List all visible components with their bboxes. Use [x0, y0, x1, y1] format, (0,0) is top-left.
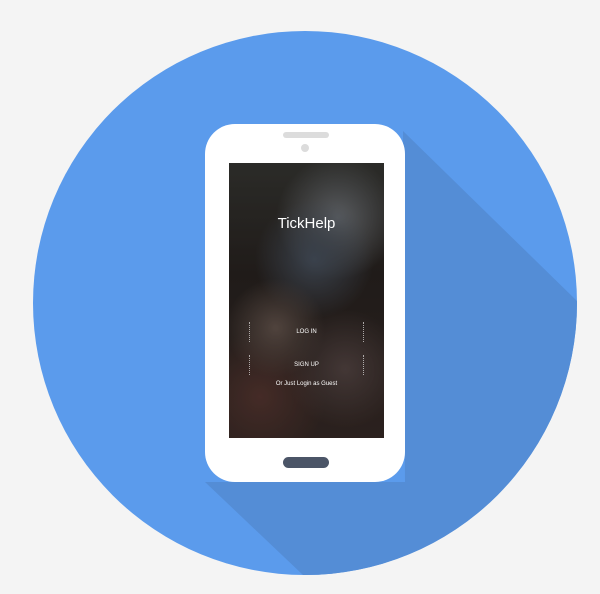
phone-illustration: TickHelp LOG IN SIGN UP Or Just Login as…: [205, 124, 405, 482]
app-title: TickHelp: [277, 215, 336, 232]
login-button[interactable]: LOG IN: [249, 322, 364, 342]
guest-login-link[interactable]: Or Just Login as Guest: [229, 381, 384, 387]
home-button-icon[interactable]: [283, 457, 329, 468]
app-screen: TickHelp LOG IN SIGN UP Or Just Login as…: [229, 163, 384, 438]
status-bar: [233, 165, 380, 175]
camera-icon: [301, 144, 309, 152]
speaker-icon: [283, 132, 329, 138]
signup-button[interactable]: SIGN UP: [249, 355, 364, 375]
